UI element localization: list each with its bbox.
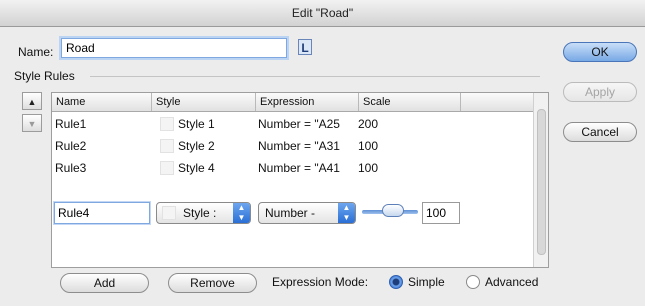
style-rules-table: Name Style Expression Scale Rule1 Style … xyxy=(51,92,549,268)
rule-name-input[interactable] xyxy=(54,202,150,224)
expression-mode-label: Expression Mode: xyxy=(272,275,369,289)
rule-style-cell: Style 4 xyxy=(152,157,256,179)
window-title: Edit "Road" xyxy=(0,0,645,27)
simple-radio[interactable] xyxy=(389,275,403,289)
slider-thumb[interactable] xyxy=(381,204,404,217)
rule-scale-cell: 200 xyxy=(358,117,379,131)
updown-arrows-icon: ▲ ▼ xyxy=(233,203,250,223)
label-icon[interactable]: L xyxy=(298,39,312,55)
move-up-button[interactable]: ▲ xyxy=(22,92,42,110)
expression-popup-value: Number - xyxy=(265,206,316,220)
ok-button[interactable]: OK xyxy=(563,42,637,62)
name-label: Name: xyxy=(18,45,54,59)
expression-popup[interactable]: Number - ▲ ▼ xyxy=(258,202,356,224)
updown-arrows-icon: ▲ ▼ xyxy=(338,203,355,223)
style-swatch xyxy=(162,206,176,220)
table-row[interactable]: Rule2 Style 2 Number = "A31 100 xyxy=(52,135,534,157)
table-row[interactable]: Rule3 Style 4 Number = "A41 100 xyxy=(52,157,534,179)
table-header: Name Style Expression Scale xyxy=(52,93,548,112)
style-popup-value: Style : xyxy=(183,206,217,220)
rule-expression-cell: Number = "A31 xyxy=(258,139,340,153)
column-header-scale[interactable]: Scale xyxy=(359,93,461,111)
move-down-button[interactable]: ▼ xyxy=(22,114,42,132)
rule-style-cell: Style 2 xyxy=(152,135,256,157)
style-name: Style 4 xyxy=(178,161,215,175)
add-button[interactable]: Add xyxy=(60,273,149,293)
rule-scale-cell: 100 xyxy=(358,161,379,175)
apply-button[interactable]: Apply xyxy=(563,82,637,102)
rule-scale-cell: 100 xyxy=(358,139,379,153)
style-swatch xyxy=(160,117,174,131)
name-input[interactable] xyxy=(61,38,287,58)
rule-style-cell: Style 1 xyxy=(152,113,256,135)
remove-button[interactable]: Remove xyxy=(168,273,257,293)
style-name: Style 1 xyxy=(178,117,215,131)
table-row[interactable]: Rule1 Style 1 Number = "A25 200 xyxy=(52,113,534,135)
scale-input[interactable] xyxy=(422,202,460,224)
rule-expression-cell: Number = "A25 xyxy=(258,117,340,131)
editing-row: Style : ▲▼ Number - ▲▼ xyxy=(52,201,534,225)
advanced-radio-label[interactable]: Advanced xyxy=(485,275,538,289)
rule-name-cell: Rule1 xyxy=(55,117,87,131)
dialog-body: Name: L Style Rules ▲ ▼ Name Style Expre… xyxy=(0,27,645,306)
section-divider xyxy=(90,76,540,77)
scale-slider[interactable] xyxy=(362,204,418,217)
advanced-radio[interactable] xyxy=(466,275,480,289)
style-rules-label: Style Rules xyxy=(14,69,75,83)
column-header-expression[interactable]: Expression xyxy=(256,93,359,111)
style-name: Style 2 xyxy=(178,139,215,153)
rule-name-cell: Rule2 xyxy=(55,139,87,153)
cancel-button[interactable]: Cancel xyxy=(563,122,637,142)
rule-name-cell: Rule3 xyxy=(55,161,87,175)
scrollbar-thumb[interactable] xyxy=(537,109,546,255)
style-swatch xyxy=(160,139,174,153)
style-popup[interactable]: Style : ▲ ▼ xyxy=(156,202,251,224)
simple-radio-label[interactable]: Simple xyxy=(408,275,445,289)
column-header-name[interactable]: Name xyxy=(52,93,152,111)
vertical-scrollbar[interactable] xyxy=(533,93,548,267)
column-header-style[interactable]: Style xyxy=(152,93,256,111)
rule-expression-cell: Number = "A41 xyxy=(258,161,340,175)
style-swatch xyxy=(160,161,174,175)
